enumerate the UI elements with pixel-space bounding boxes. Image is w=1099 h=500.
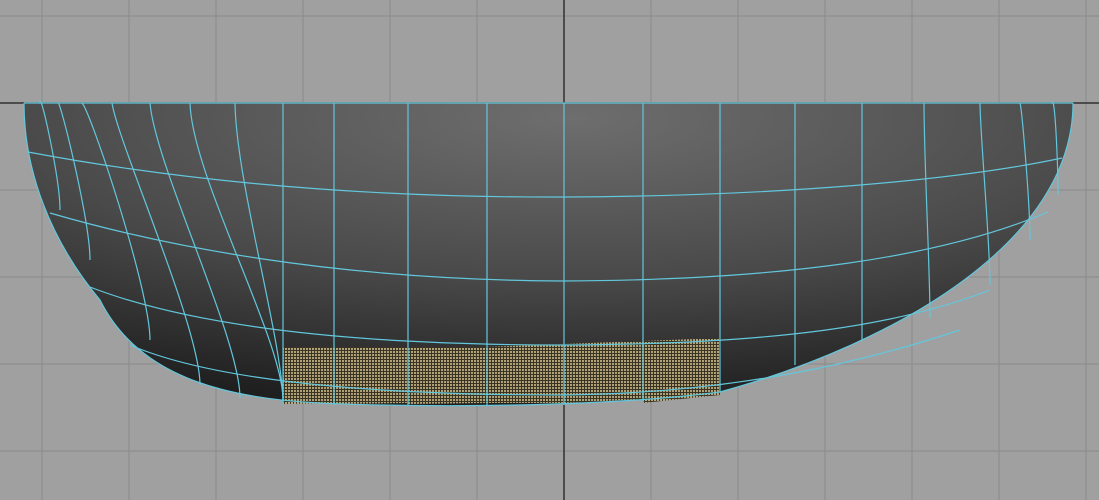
selected-face[interactable] bbox=[334, 347, 408, 404]
selected-face[interactable] bbox=[408, 347, 487, 404]
3d-viewport[interactable] bbox=[0, 0, 1099, 500]
selected-face[interactable] bbox=[283, 347, 334, 404]
viewport-scene[interactable] bbox=[0, 0, 1099, 500]
